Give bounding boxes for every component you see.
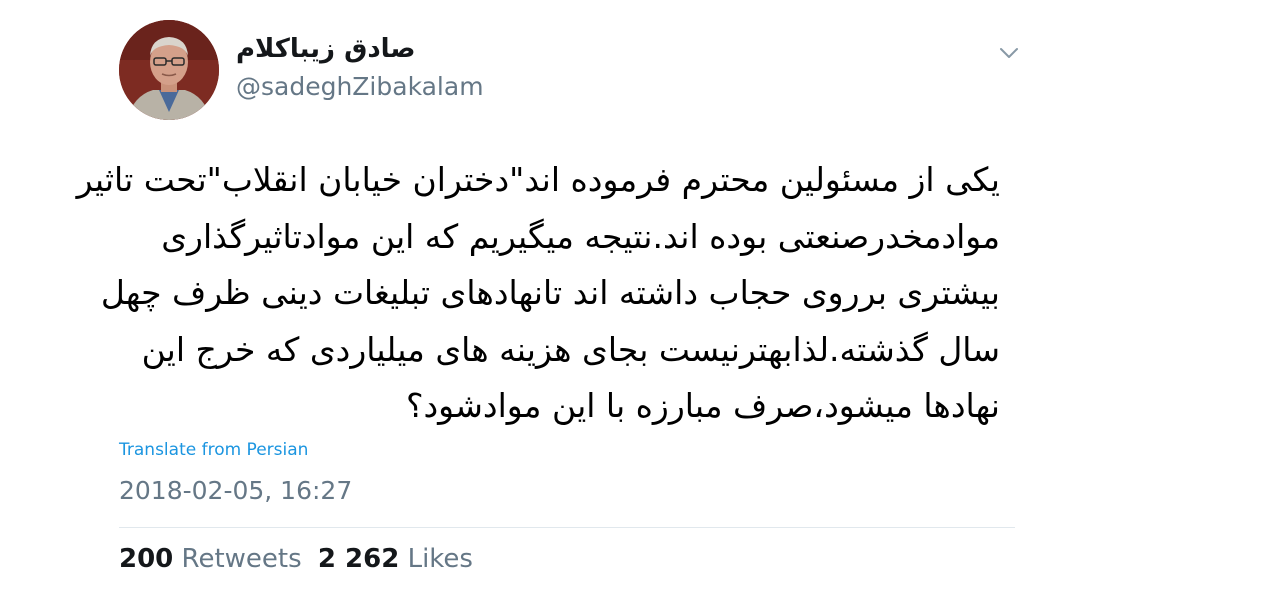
display-name[interactable]: صادق زیباکلام <box>236 34 416 64</box>
chevron-down-icon <box>1000 48 1018 58</box>
tweet-text-line: بیشتری برروی حجاب داشته اند تانهادهای تب… <box>100 273 1000 312</box>
tweet-text-line: سال گذشته.لذابهترنیست بجای هزینه های میل… <box>141 329 1000 369</box>
likes-label: Likes <box>407 544 473 574</box>
retweets-stat[interactable]: 200 Retweets <box>119 544 302 574</box>
retweets-label: Retweets <box>181 544 302 574</box>
tweet-stats: 200 Retweets 2 262 Likes <box>119 544 473 574</box>
translate-link[interactable]: Translate from Persian <box>119 440 308 460</box>
user-handle[interactable]: @sadeghZibakalam <box>236 72 484 101</box>
avatar[interactable] <box>119 20 219 120</box>
tweet-text: یکی از مسئولین محترم فرموده اند"دختران خ… <box>76 152 1000 435</box>
tweet-timestamp[interactable]: 2018-02-05, 16:27 <box>119 476 352 505</box>
likes-stat[interactable]: 2 262 Likes <box>318 544 473 574</box>
profile-photo-icon <box>119 20 219 120</box>
retweets-count: 200 <box>119 544 174 574</box>
tweet-text-line: نهادها میشود،صرف مبارزه با این موادشود؟ <box>405 386 1000 425</box>
divider <box>119 527 1015 528</box>
tweet-text-line: موادمخدرصنعتی بوده اند.نتیجه میگیریم که … <box>161 216 1000 256</box>
likes-count: 2 262 <box>317 544 400 574</box>
tweet-card: صادق زیباکلام @sadeghZibakalam یکی از مس… <box>0 0 1280 592</box>
tweet-text-line: یکی از مسئولین محترم فرموده اند"دختران خ… <box>76 160 1000 199</box>
tweet-menu-button[interactable] <box>996 42 1022 64</box>
